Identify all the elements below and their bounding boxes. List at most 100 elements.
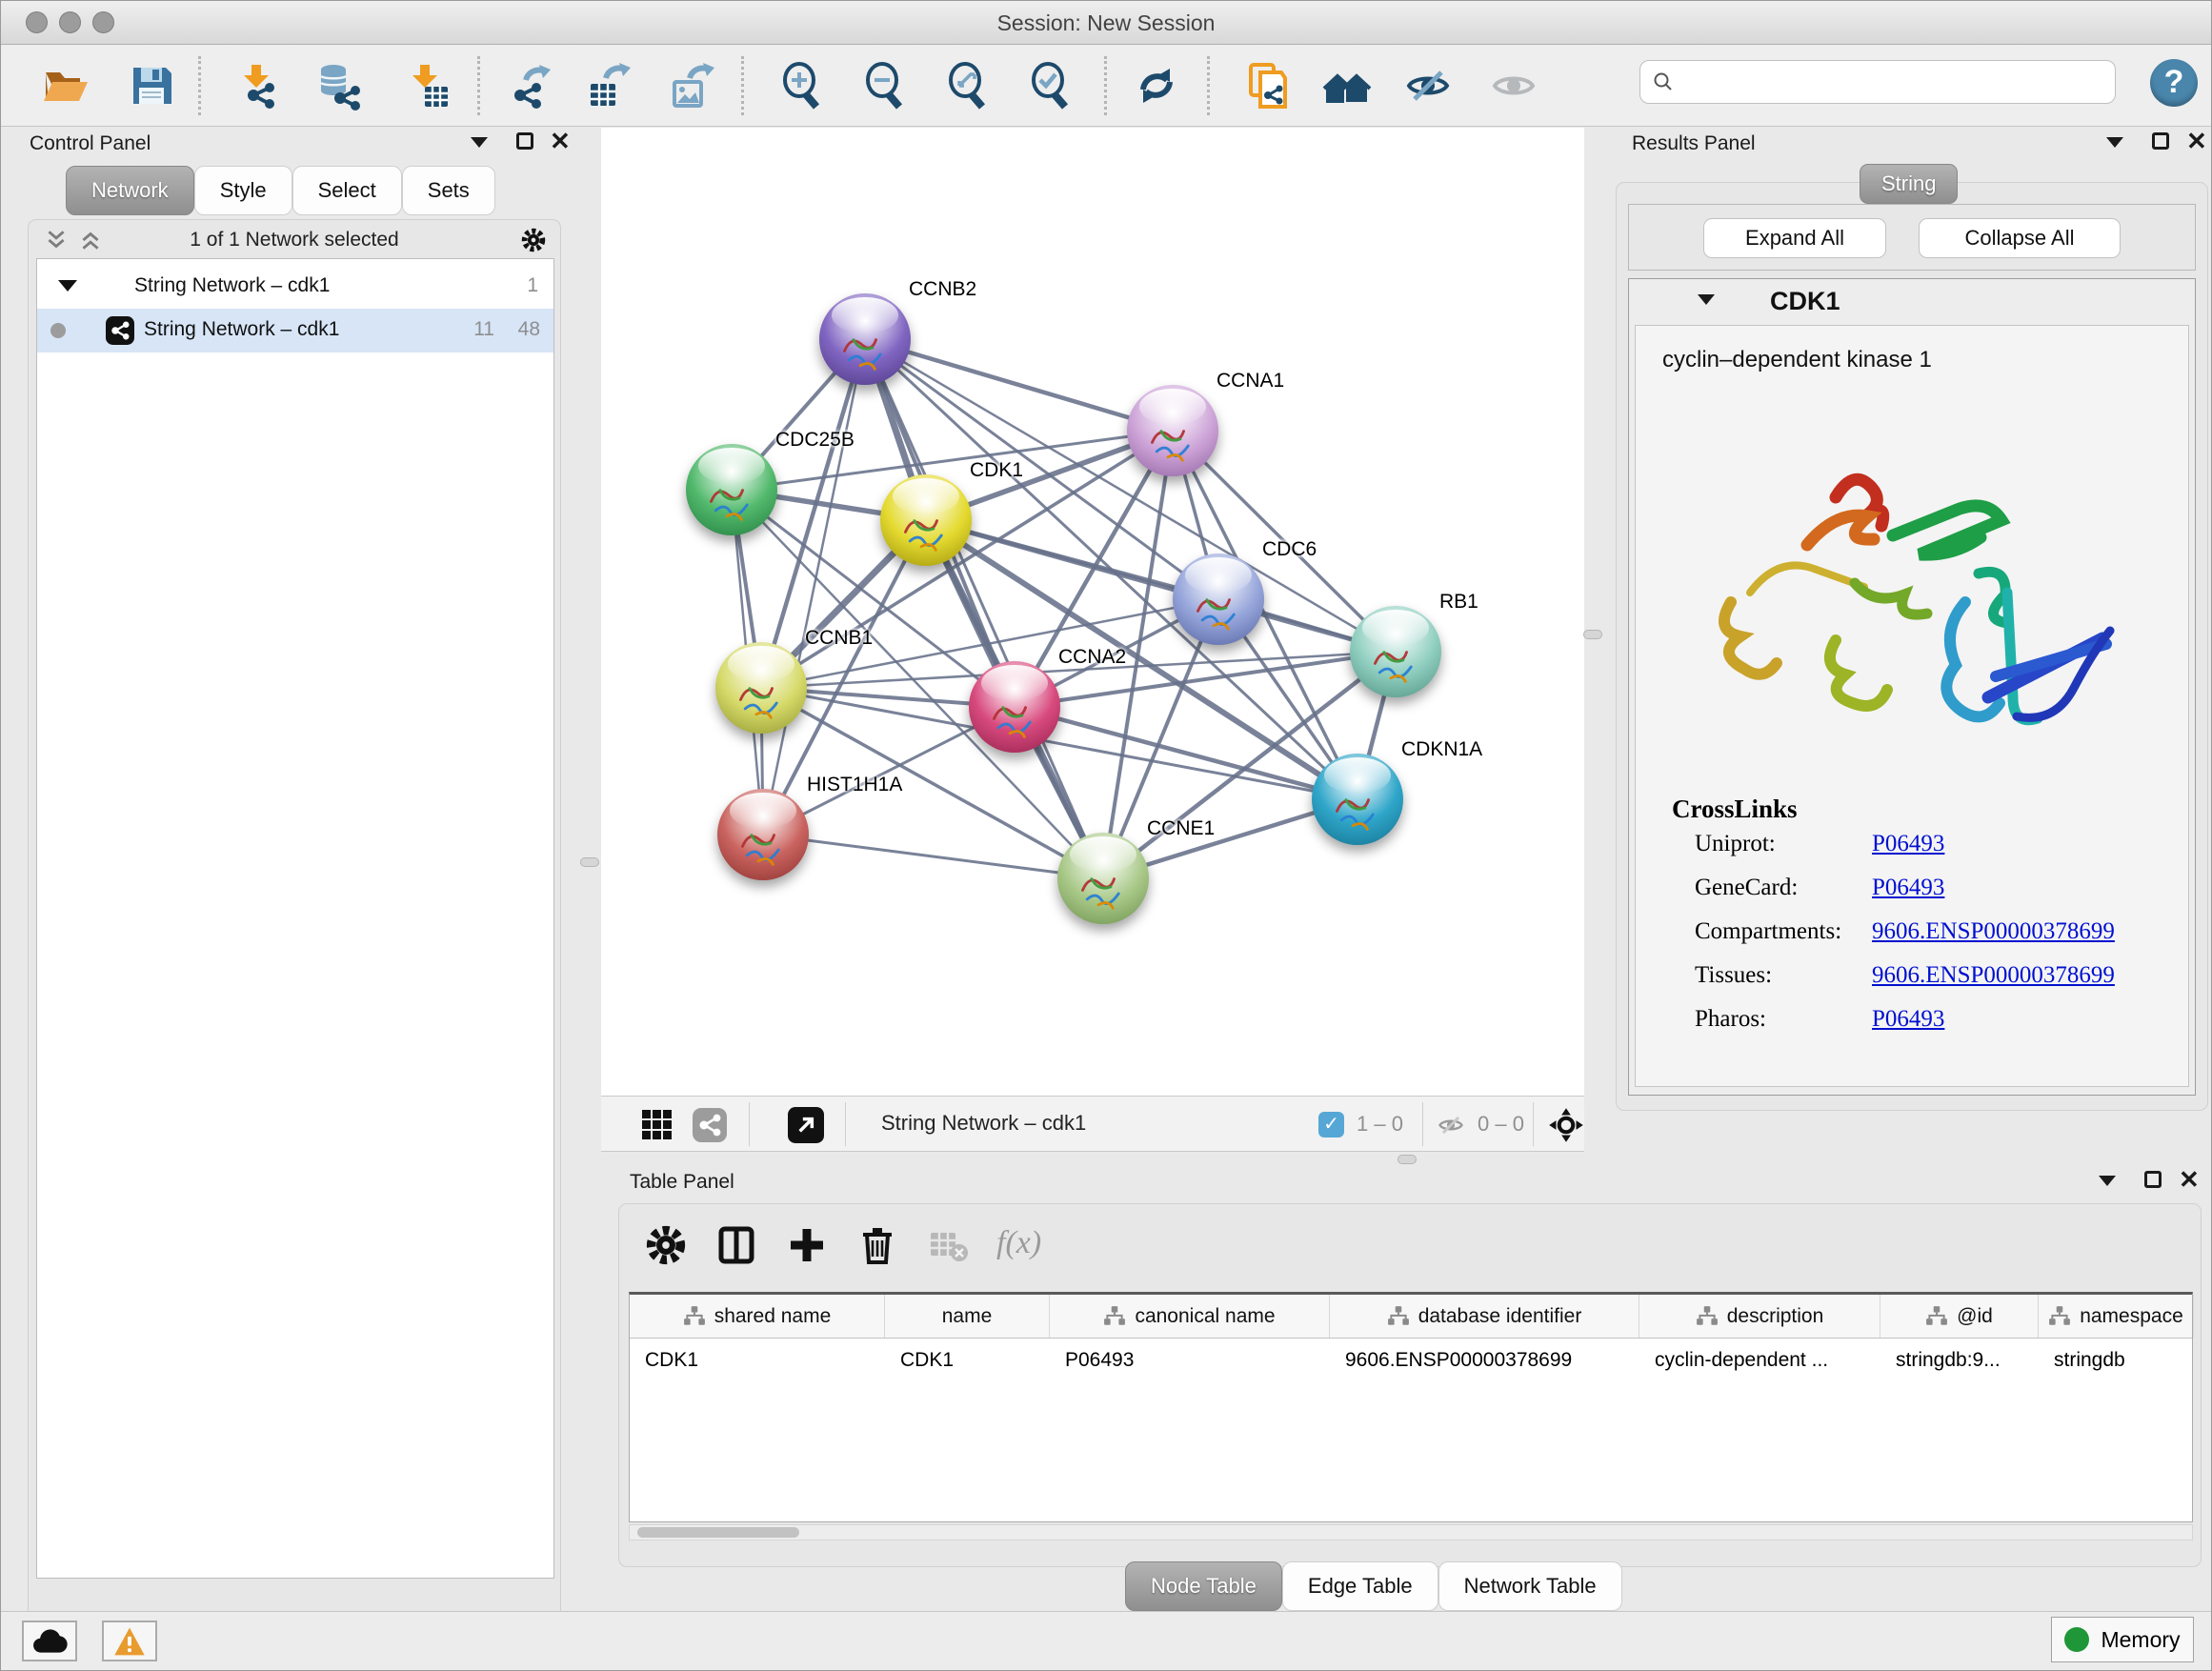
cloud-status-button[interactable] <box>22 1621 77 1661</box>
right-splitter-handle[interactable] <box>1583 630 1602 639</box>
import-network-from-file-icon[interactable] <box>233 61 283 111</box>
results-panel-maximize-icon[interactable] <box>2152 132 2169 150</box>
tab-node-table[interactable]: Node Table <box>1125 1561 1282 1611</box>
import-table-from-file-icon[interactable] <box>402 61 452 111</box>
bottom-splitter-handle[interactable] <box>1398 1155 1417 1164</box>
export-image-icon[interactable] <box>667 61 716 111</box>
tab-edge-table[interactable]: Edge Table <box>1282 1561 1438 1611</box>
table-cell[interactable]: CDK1 <box>885 1339 1050 1382</box>
network-overview-icon[interactable] <box>693 1108 727 1142</box>
column-header-database-identifier[interactable]: database identifier <box>1330 1295 1639 1338</box>
export-network-icon[interactable] <box>505 61 554 111</box>
detach-view-icon[interactable] <box>788 1107 824 1143</box>
table-cell[interactable]: CDK1 <box>630 1339 885 1382</box>
import-network-from-database-icon[interactable] <box>314 61 364 111</box>
help-icon[interactable]: ? <box>2150 59 2198 107</box>
save-session-icon[interactable] <box>127 61 176 111</box>
zoom-selected-icon[interactable] <box>1025 61 1075 111</box>
function-builder-icon[interactable]: f(x) <box>996 1225 1040 1269</box>
birdseye-grid-icon[interactable] <box>641 1109 674 1141</box>
edge-CCNB2-HIST1H1A[interactable] <box>763 339 865 835</box>
node-CDKN1A[interactable] <box>1312 754 1403 845</box>
delete-column-icon[interactable] <box>855 1223 899 1267</box>
edge-CCNB2-CDKN1A[interactable] <box>865 339 1357 799</box>
column-header-canonical-name[interactable]: canonical name <box>1050 1295 1330 1338</box>
crosslink-value-link[interactable]: P06493 <box>1872 1006 1944 1033</box>
gene-section-header[interactable]: CDK1 <box>1629 279 2195 325</box>
crosslink-value-link[interactable]: 9606.ENSP00000378699 <box>1872 962 2115 989</box>
crosslink-value-link[interactable]: P06493 <box>1872 831 1944 857</box>
collection-expand-icon[interactable] <box>58 280 77 292</box>
column-header-name[interactable]: name <box>885 1295 1050 1338</box>
network-collection-row[interactable]: String Network – cdk1 1 <box>37 265 553 309</box>
table-panel-maximize-icon[interactable] <box>2144 1171 2162 1188</box>
control-panel-close-icon[interactable]: ✕ <box>550 132 571 150</box>
network-view-canvas[interactable]: CCNB2CCNA1CDC25BCDK1CDC6RB1CCNB1CCNA2CDK… <box>601 128 1584 1096</box>
column-header-namespace[interactable]: namespace <box>2039 1295 2194 1338</box>
tab-sets[interactable]: Sets <box>402 166 495 215</box>
table-horizontal-scrollbar[interactable] <box>629 1524 2193 1540</box>
hide-selected-icon[interactable] <box>1403 61 1453 111</box>
node-CDC25B[interactable] <box>686 444 777 535</box>
edge-HIST1H1A-CCNE1[interactable] <box>763 835 1103 878</box>
node-CCNA2[interactable] <box>969 661 1060 753</box>
tab-network-table[interactable]: Network Table <box>1438 1561 1622 1611</box>
warnings-button[interactable] <box>102 1621 157 1661</box>
column-header-description[interactable]: description <box>1639 1295 1880 1338</box>
table-cell[interactable]: stringdb:9... <box>1880 1339 2039 1382</box>
network-row[interactable]: String Network – cdk1 11 48 <box>37 309 553 352</box>
table-row[interactable]: CDK1CDK1P064939606.ENSP00000378699cyclin… <box>630 1339 2192 1382</box>
show-columns-icon[interactable] <box>714 1223 758 1267</box>
zoom-fit-content-icon[interactable] <box>942 61 992 111</box>
zoom-out-icon[interactable] <box>859 61 909 111</box>
memory-button[interactable]: Memory <box>2051 1617 2194 1662</box>
export-table-icon[interactable] <box>583 61 633 111</box>
control-panel-maximize-icon[interactable] <box>516 132 533 150</box>
collapse-all-button[interactable]: Collapse All <box>1919 218 2121 258</box>
open-file-icon[interactable] <box>41 61 90 111</box>
search-box[interactable] <box>1639 60 2116 104</box>
node-CCNB1[interactable] <box>715 642 807 734</box>
column-header-shared-name[interactable]: shared name <box>630 1295 885 1338</box>
zoom-in-icon[interactable] <box>776 61 826 111</box>
search-input[interactable] <box>1682 71 2103 93</box>
table-cell[interactable]: P06493 <box>1050 1339 1330 1382</box>
edge-CCNB2-CCNA1[interactable] <box>865 339 1173 431</box>
selected-checkbox-icon[interactable]: ✓ <box>1318 1112 1344 1137</box>
show-all-icon[interactable] <box>1489 61 1538 111</box>
crosslink-value-link[interactable]: 9606.ENSP00000378699 <box>1872 918 2115 945</box>
table-panel-close-icon[interactable]: ✕ <box>2179 1171 2200 1188</box>
clone-network-icon[interactable] <box>1243 61 1293 111</box>
column-header-id[interactable]: @id <box>1880 1295 2039 1338</box>
node-RB1[interactable] <box>1350 606 1441 697</box>
tab-network[interactable]: Network <box>66 166 194 215</box>
scrollbar-thumb[interactable] <box>637 1527 799 1538</box>
node-CCNA1[interactable] <box>1127 385 1218 476</box>
expand-all-button[interactable]: Expand All <box>1703 218 1886 258</box>
control-panel-float-icon[interactable] <box>471 137 488 148</box>
node-CCNE1[interactable] <box>1057 833 1149 924</box>
table-cell[interactable]: stringdb <box>2039 1339 2194 1382</box>
tab-select[interactable]: Select <box>292 166 402 215</box>
node-CCNB2[interactable] <box>819 293 911 385</box>
create-column-icon[interactable] <box>785 1223 829 1267</box>
tab-string[interactable]: String <box>1860 164 1958 204</box>
node-CDC6[interactable] <box>1173 554 1264 645</box>
table-cell[interactable]: cyclin-dependent ... <box>1639 1339 1880 1382</box>
crosslink-value-link[interactable]: P06493 <box>1872 875 1944 901</box>
first-neighbors-icon[interactable] <box>1322 61 1372 111</box>
pan-crosshair-icon[interactable] <box>1546 1105 1586 1145</box>
table-panel-float-icon[interactable] <box>2099 1176 2116 1186</box>
left-splitter-handle[interactable] <box>580 857 599 867</box>
node-HIST1H1A[interactable] <box>717 789 809 880</box>
results-panel-close-icon[interactable]: ✕ <box>2186 132 2207 150</box>
apply-layout-icon[interactable] <box>1132 61 1181 111</box>
tab-style[interactable]: Style <box>194 166 292 215</box>
gene-collapse-icon[interactable] <box>1698 294 1715 305</box>
results-panel-float-icon[interactable] <box>2106 137 2123 148</box>
node-CDK1[interactable] <box>880 474 972 566</box>
table-options-gear-icon[interactable] <box>644 1223 688 1267</box>
delete-table-icon[interactable] <box>926 1223 970 1267</box>
network-options-gear-icon[interactable] <box>520 227 547 253</box>
table-cell[interactable]: 9606.ENSP00000378699 <box>1330 1339 1639 1382</box>
